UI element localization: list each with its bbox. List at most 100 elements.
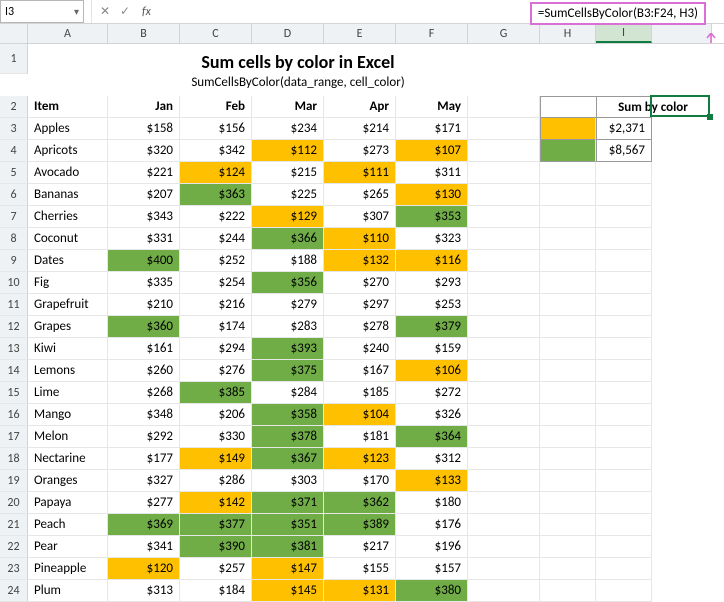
data-cell[interactable]: $210: [108, 294, 180, 316]
cell-h[interactable]: [540, 558, 596, 580]
cell[interactable]: [596, 44, 652, 74]
cell-h[interactable]: [540, 206, 596, 228]
cell-blank[interactable]: [652, 250, 712, 272]
col-header-G[interactable]: G: [468, 24, 540, 43]
cell[interactable]: [596, 74, 652, 96]
data-cell[interactable]: $225: [252, 184, 324, 206]
cell-blank[interactable]: [652, 558, 712, 580]
data-cell[interactable]: $260: [108, 360, 180, 382]
data-cell[interactable]: $273: [324, 140, 396, 162]
row-header[interactable]: 13: [0, 338, 28, 360]
cell-blank[interactable]: [652, 140, 712, 162]
cell-g[interactable]: [468, 514, 540, 536]
data-cell[interactable]: $265: [324, 184, 396, 206]
col-header-I[interactable]: I: [596, 24, 652, 43]
item-name[interactable]: Pineapple: [28, 558, 108, 580]
data-cell[interactable]: $145: [252, 580, 324, 602]
cell-blank[interactable]: [652, 162, 712, 184]
data-cell[interactable]: $244: [180, 228, 252, 250]
cell-g[interactable]: [468, 558, 540, 580]
data-cell[interactable]: $158: [108, 118, 180, 140]
cell-blank[interactable]: [652, 338, 712, 360]
data-cell[interactable]: $375: [252, 360, 324, 382]
item-name[interactable]: Papaya: [28, 492, 108, 514]
cell-g[interactable]: [468, 492, 540, 514]
header-item[interactable]: Item: [28, 96, 108, 118]
data-cell[interactable]: $167: [324, 360, 396, 382]
row-header[interactable]: 18: [0, 448, 28, 470]
data-cell[interactable]: $364: [396, 426, 468, 448]
cell-g[interactable]: [468, 140, 540, 162]
data-cell[interactable]: $254: [180, 272, 252, 294]
column-headers[interactable]: ABCDEFGHI: [0, 24, 724, 44]
data-cell[interactable]: $253: [396, 294, 468, 316]
data-cell[interactable]: $311: [396, 162, 468, 184]
data-cell[interactable]: $222: [180, 206, 252, 228]
header-month[interactable]: May: [396, 96, 468, 118]
cell-blank[interactable]: [652, 316, 712, 338]
data-cell[interactable]: $367: [252, 448, 324, 470]
data-cell[interactable]: $279: [252, 294, 324, 316]
cell-h[interactable]: [540, 536, 596, 558]
cell-g[interactable]: [468, 536, 540, 558]
col-header-B[interactable]: B: [108, 24, 180, 43]
data-cell[interactable]: $278: [324, 316, 396, 338]
item-name[interactable]: Apricots: [28, 140, 108, 162]
data-cell[interactable]: $133: [396, 470, 468, 492]
data-cell[interactable]: $181: [324, 426, 396, 448]
item-name[interactable]: Coconut: [28, 228, 108, 250]
header-month[interactable]: Mar: [252, 96, 324, 118]
data-cell[interactable]: $177: [108, 448, 180, 470]
cell-blank[interactable]: [652, 382, 712, 404]
item-name[interactable]: Lemons: [28, 360, 108, 382]
cell-g[interactable]: [468, 294, 540, 316]
cell-blank[interactable]: [652, 492, 712, 514]
cell-g[interactable]: [468, 470, 540, 492]
cell-g[interactable]: [468, 272, 540, 294]
data-cell[interactable]: $106: [396, 360, 468, 382]
item-name[interactable]: Dates: [28, 250, 108, 272]
cell-g[interactable]: [468, 448, 540, 470]
row-header[interactable]: 3: [0, 118, 28, 140]
row-header[interactable]: 5: [0, 162, 28, 184]
row-header[interactable]: 11: [0, 294, 28, 316]
cell-g[interactable]: [468, 382, 540, 404]
data-cell[interactable]: $358: [252, 404, 324, 426]
col-header-H[interactable]: H: [540, 24, 596, 43]
data-cell[interactable]: $221: [108, 162, 180, 184]
data-cell[interactable]: $184: [180, 580, 252, 602]
data-cell[interactable]: $294: [180, 338, 252, 360]
row-header[interactable]: 2: [0, 96, 28, 118]
data-cell[interactable]: $116: [396, 250, 468, 272]
data-cell[interactable]: $327: [108, 470, 180, 492]
row-header[interactable]: 14: [0, 360, 28, 382]
data-cell[interactable]: $393: [252, 338, 324, 360]
spreadsheet-grid[interactable]: 12ItemJanFebMarAprMay3Apples$158$156$234…: [0, 44, 724, 602]
row-header[interactable]: 6: [0, 184, 28, 206]
data-cell[interactable]: $381: [252, 536, 324, 558]
data-cell[interactable]: $176: [396, 514, 468, 536]
cell-g[interactable]: [468, 228, 540, 250]
cell-blank[interactable]: [652, 580, 712, 602]
data-cell[interactable]: $155: [324, 558, 396, 580]
cell-g[interactable]: [468, 316, 540, 338]
data-cell[interactable]: $323: [396, 228, 468, 250]
cell-h[interactable]: [540, 426, 596, 448]
cell[interactable]: [652, 74, 712, 96]
cell-i[interactable]: [596, 162, 652, 184]
cell-h[interactable]: [540, 492, 596, 514]
data-cell[interactable]: $159: [396, 338, 468, 360]
data-cell[interactable]: $214: [324, 118, 396, 140]
col-header-A[interactable]: A: [28, 24, 108, 43]
fx-label[interactable]: fx: [138, 0, 155, 23]
data-cell[interactable]: $341: [108, 536, 180, 558]
data-cell[interactable]: $343: [108, 206, 180, 228]
data-cell[interactable]: $366: [252, 228, 324, 250]
row-header[interactable]: 23: [0, 558, 28, 580]
item-name[interactable]: Grapefruit: [28, 294, 108, 316]
data-cell[interactable]: $369: [108, 514, 180, 536]
data-cell[interactable]: $378: [252, 426, 324, 448]
data-cell[interactable]: $174: [180, 316, 252, 338]
cell-blank[interactable]: [652, 118, 712, 140]
cell-i[interactable]: [596, 492, 652, 514]
